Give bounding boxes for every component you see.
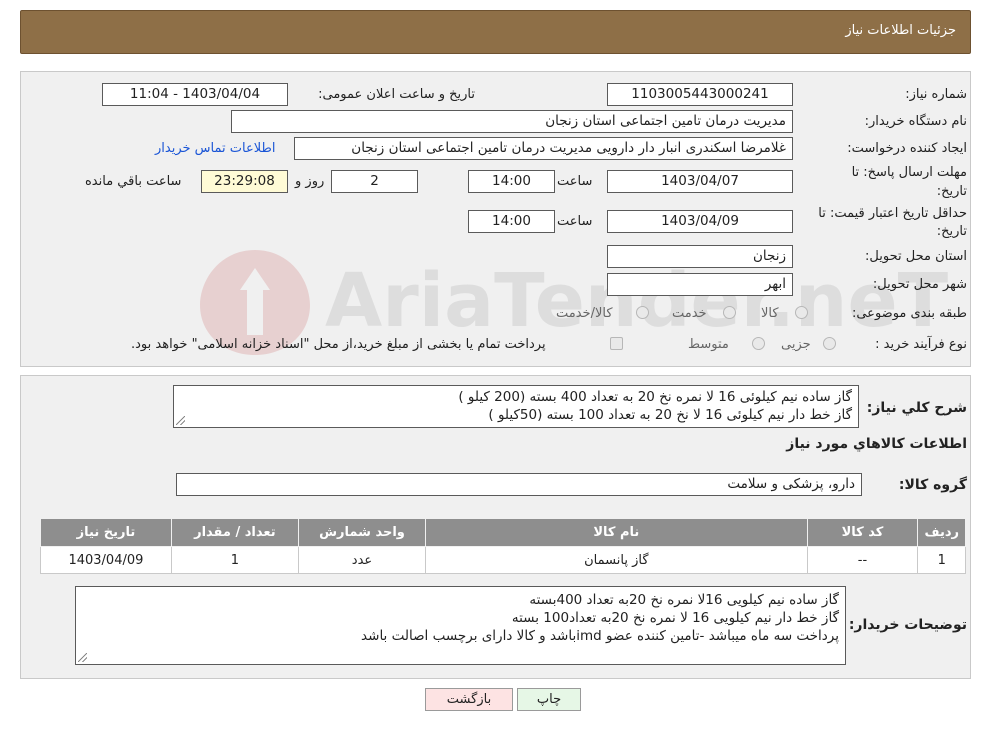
category-option-service: خدمت <box>672 306 707 321</box>
cell-unit: عدد <box>297 546 427 574</box>
back-button[interactable]: بازگشت <box>425 688 513 711</box>
col-quantity: تعداد / مقدار <box>170 518 299 547</box>
process-option-minor: جزیی <box>781 337 811 352</box>
purchase-process-label: نوع فرآیند خرید : <box>875 337 967 352</box>
general-description-label: شرح کلي نياز: <box>866 400 967 416</box>
col-need-date: تاريخ نياز <box>40 518 172 547</box>
delivery-province-label: استان محل تحویل: <box>865 249 967 264</box>
goods-table: رديف کد کالا نام کالا واحد شمارش تعداد /… <box>40 518 966 574</box>
page-header: جزئیات اطلاعات نیاز <box>20 10 971 54</box>
table-row[interactable]: 1 -- گاز پانسمان عدد 1 1403/04/09 <box>40 546 966 574</box>
buyer-contact-link[interactable]: اطلاعات تماس خریدار <box>155 141 275 156</box>
creator-field[interactable]: غلامرضا اسکندری انبار دار دارویی مدیریت … <box>294 137 793 160</box>
buyer-notes-line-1: گاز ساده نیم کیلویی 16لا نمره نخ 20به تع… <box>529 592 839 608</box>
description-line-1: گاز ساده نیم کیلوئی 16 لا نمره نخ 20 به … <box>458 389 852 405</box>
buyer-notes-line-2: گاز خط دار نیم کیلویی 16 لا نمره نخ 20به… <box>511 610 839 626</box>
buyer-notes-label: توضیحات خریدار: <box>848 617 967 633</box>
resize-grip-icon[interactable] <box>78 653 87 662</box>
announce-datetime-label: تاریخ و ساعت اعلان عمومی: <box>318 87 475 102</box>
goods-table-header: رديف کد کالا نام کالا واحد شمارش تعداد /… <box>40 518 966 547</box>
remaining-days-field[interactable]: 2 <box>331 170 418 193</box>
deadline-date-field[interactable]: 1403/04/07 <box>607 170 793 193</box>
deadline-time-label: ساعت <box>557 174 593 189</box>
remaining-time-field[interactable]: 23:29:08 <box>201 170 288 193</box>
cell-row-number: 1 <box>917 546 966 574</box>
remaining-time-label: ساعت باقي مانده <box>85 174 182 189</box>
need-number-field[interactable]: 1103005443000241 <box>607 83 793 106</box>
description-line-2: گاز خط دار نیم کیلوئی 16 لا نخ 20 به تعد… <box>488 407 852 423</box>
cell-item-code: -- <box>806 546 919 574</box>
general-description-textarea[interactable]: گاز ساده نیم کیلوئی 16 لا نمره نخ 20 به … <box>173 385 859 428</box>
resize-grip-icon[interactable] <box>176 416 185 425</box>
price-validity-label-date: تاریخ: <box>936 224 967 239</box>
page-title: جزئیات اطلاعات نیاز <box>845 23 956 38</box>
deadline-time-field[interactable]: 14:00 <box>468 170 555 193</box>
treasury-checkbox[interactable] <box>610 337 623 350</box>
price-validity-time-field[interactable]: 14:00 <box>468 210 555 233</box>
col-unit: واحد شمارش <box>297 518 427 547</box>
treasury-note: پرداخت تمام یا بخشی از مبلغ خرید،از محل … <box>131 337 546 352</box>
col-item-name: نام کالا <box>425 518 808 547</box>
delivery-city-field[interactable]: ابهر <box>607 273 793 296</box>
category-radio-goods[interactable] <box>795 306 808 319</box>
cell-quantity: 1 <box>170 546 299 574</box>
col-item-code: کد کالا <box>806 518 919 547</box>
category-option-goods-service: کالا/خدمت <box>556 306 613 321</box>
price-validity-time-label: ساعت <box>557 214 593 229</box>
cell-item-name: گاز پانسمان <box>425 546 808 574</box>
category-radio-goods-service[interactable] <box>636 306 649 319</box>
cell-need-date: 1403/04/09 <box>40 546 172 574</box>
goods-section-title: اطلاعات کالاهاي مورد نياز <box>786 436 967 452</box>
process-option-medium: متوسط <box>688 337 729 352</box>
need-number-label: شماره نیاز: <box>905 87 967 102</box>
price-validity-label: حداقل تاریخ اعتبار قیمت: تا <box>818 206 967 221</box>
category-radio-service[interactable] <box>723 306 736 319</box>
delivery-city-label: شهر محل تحویل: <box>872 277 967 292</box>
col-row-number: رديف <box>917 518 966 547</box>
days-label: روز و <box>295 174 325 189</box>
creator-label: ایجاد کننده درخواست: <box>847 141 967 156</box>
category-label: طبقه بندی موضوعی: <box>851 306 967 321</box>
price-validity-date-field[interactable]: 1403/04/09 <box>607 210 793 233</box>
goods-group-label: گروه کالا: <box>898 477 967 493</box>
process-radio-medium[interactable] <box>752 337 765 350</box>
announce-datetime-field[interactable]: 1403/04/04 - 11:04 <box>102 83 288 106</box>
deadline-label: مهلت ارسال پاسخ: تا <box>851 165 967 180</box>
watermark-text: AriaTender.neT <box>325 258 949 344</box>
category-option-goods: کالا <box>761 306 779 321</box>
deadline-label-date: تاریخ: <box>936 184 967 199</box>
buyer-notes-line-3: پرداخت سه ماه میباشد -تامین کننده عضو im… <box>361 628 839 644</box>
delivery-province-field[interactable]: زنجان <box>607 245 793 268</box>
goods-group-field[interactable]: دارو، پزشکی و سلامت <box>176 473 862 496</box>
buyer-notes-textarea[interactable]: گاز ساده نیم کیلویی 16لا نمره نخ 20به تع… <box>75 586 846 665</box>
process-radio-minor[interactable] <box>823 337 836 350</box>
buyer-org-field[interactable]: مدیریت درمان تامین اجتماعی استان زنجان <box>231 110 793 133</box>
print-button[interactable]: چاپ <box>517 688 581 711</box>
buyer-org-label: نام دستگاه خریدار: <box>864 114 967 129</box>
